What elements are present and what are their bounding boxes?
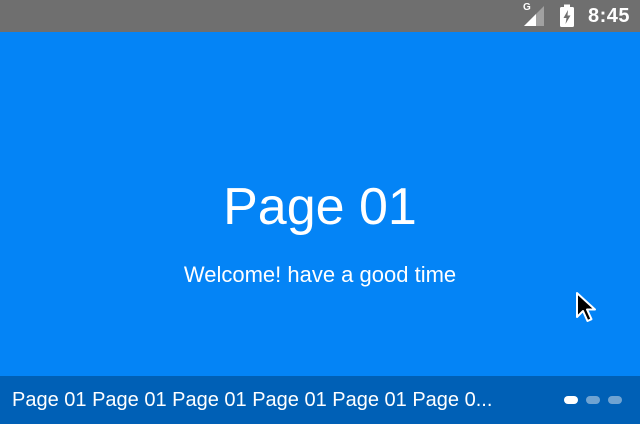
page-subtitle: Welcome! have a good time xyxy=(183,262,457,287)
status-clock: 8:45 xyxy=(587,4,630,27)
page-indicator-dot[interactable] xyxy=(564,396,578,404)
page-content: Page 01 Welcome! have a good time xyxy=(0,32,640,376)
page-indicator-dot[interactable] xyxy=(586,396,600,404)
battery-charging-icon xyxy=(559,4,574,27)
page-tab-titles[interactable]: Page 01 Page 01 Page 01 Page 01 Page 01 … xyxy=(12,387,526,413)
mouse-cursor-icon xyxy=(576,292,596,322)
page-tab-strip[interactable]: Page 01 Page 01 Page 01 Page 01 Page 01 … xyxy=(0,376,640,424)
page-title: Page 01 xyxy=(223,178,417,236)
signal-icon: G xyxy=(522,2,546,28)
status-bar: G 8:45 xyxy=(0,0,640,32)
page-indicators xyxy=(564,396,622,404)
app-screen: G 8:45 Page 01 Welcome! have a good time… xyxy=(0,0,640,424)
page-indicator-dot[interactable] xyxy=(608,396,622,404)
